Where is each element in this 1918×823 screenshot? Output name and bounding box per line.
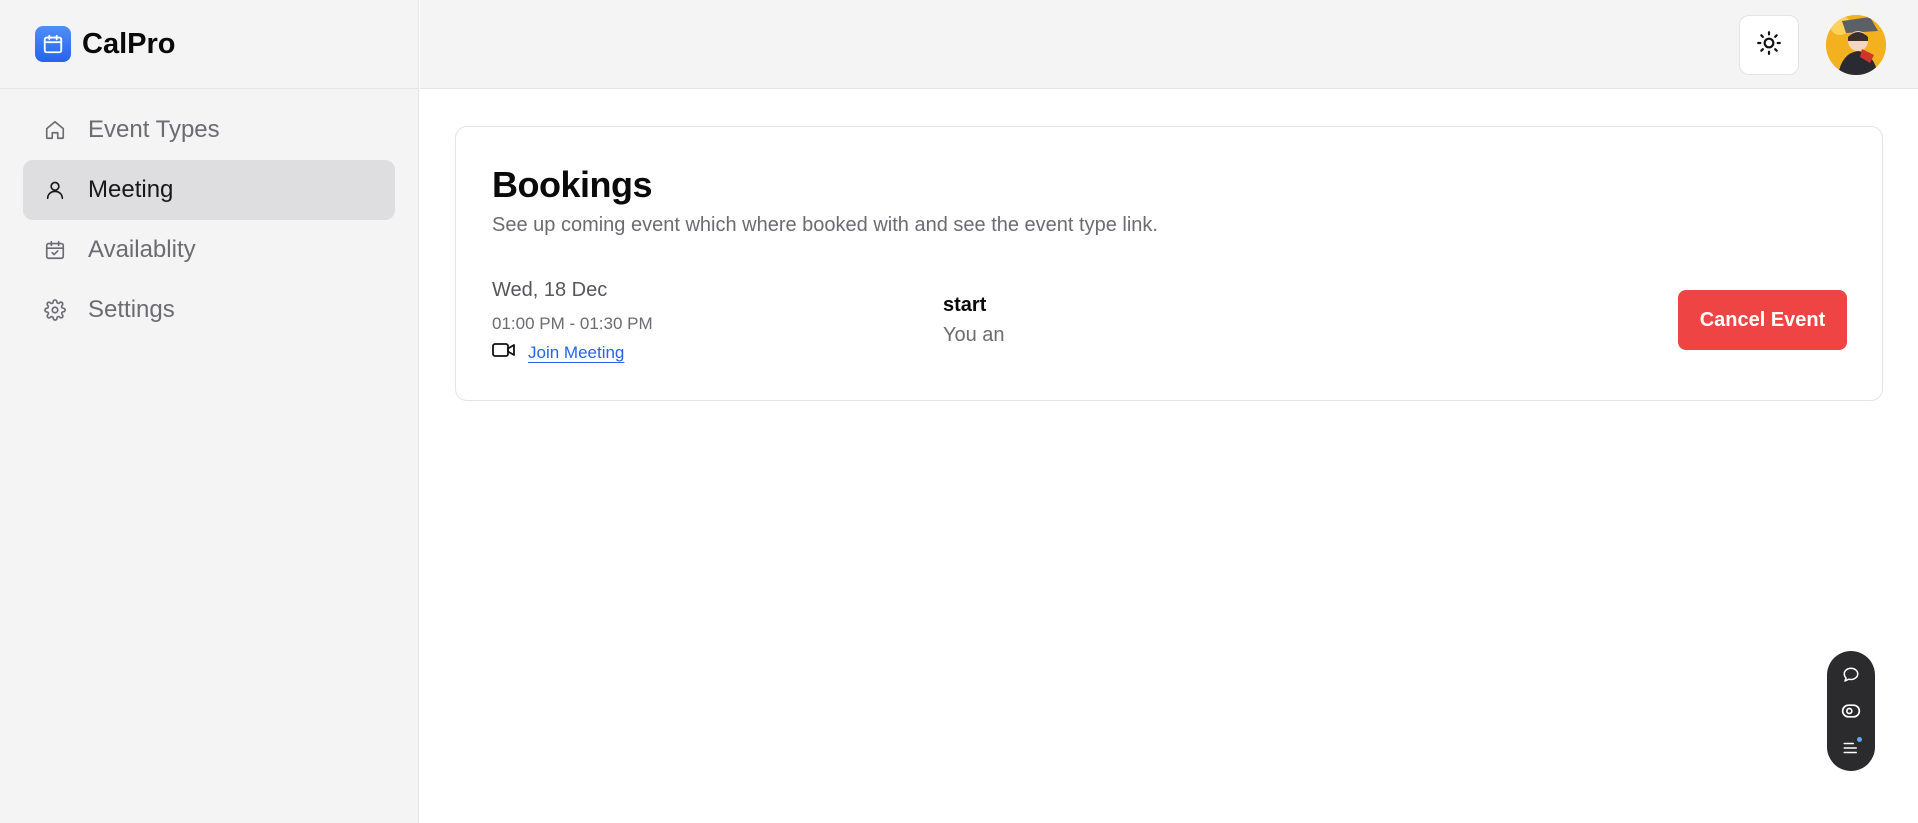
sun-icon [1756,30,1782,61]
sidebar-item-availability[interactable]: Availablity [23,220,395,280]
user-icon [42,177,68,203]
cancel-event-button[interactable]: Cancel Event [1678,290,1847,350]
gear-icon [42,297,68,323]
brand-name: CalPro [82,27,176,60]
sidebar-item-label: Meeting [88,176,174,203]
floating-toolbar [1827,651,1875,771]
list-icon[interactable] [1838,735,1864,761]
booking-date: Wed, 18 Dec [492,279,608,301]
avatar[interactable] [1826,15,1886,75]
page-title: Bookings [492,164,653,205]
video-camera-icon [492,341,516,364]
calendar-check-icon [42,237,68,263]
sidebar-nav: Event Types Meeting Availablity Settings [0,100,418,340]
sidebar-item-label: Event Types [88,116,220,143]
event-description: You an [943,324,1005,346]
sidebar-item-settings[interactable]: Settings [23,280,395,340]
sidebar-item-meeting[interactable]: Meeting [23,160,395,220]
booking-time: 01:00 PM - 01:30 PM [492,314,653,333]
brand[interactable]: CalPro [0,0,418,89]
sidebar-item-label: Availablity [88,236,196,263]
bookings-card: Bookings See up coming event which where… [455,126,1883,401]
event-title: start [943,294,987,316]
calendar-logo-icon [35,26,71,62]
join-meeting-row: Join Meeting [492,341,624,364]
page-subtitle: See up coming event which where booked w… [492,214,1158,236]
theme-toggle-button[interactable] [1739,15,1799,75]
topbar [420,0,1918,89]
sidebar: CalPro Event Types Meeting Availablity S… [0,0,419,823]
sidebar-item-label: Settings [88,296,175,323]
notification-dot [1857,736,1862,742]
eye-icon[interactable] [1838,698,1864,724]
sidebar-item-event-types[interactable]: Event Types [23,100,395,160]
join-meeting-link[interactable]: Join Meeting [528,343,624,363]
home-icon [42,117,68,143]
chat-icon[interactable] [1838,662,1864,688]
